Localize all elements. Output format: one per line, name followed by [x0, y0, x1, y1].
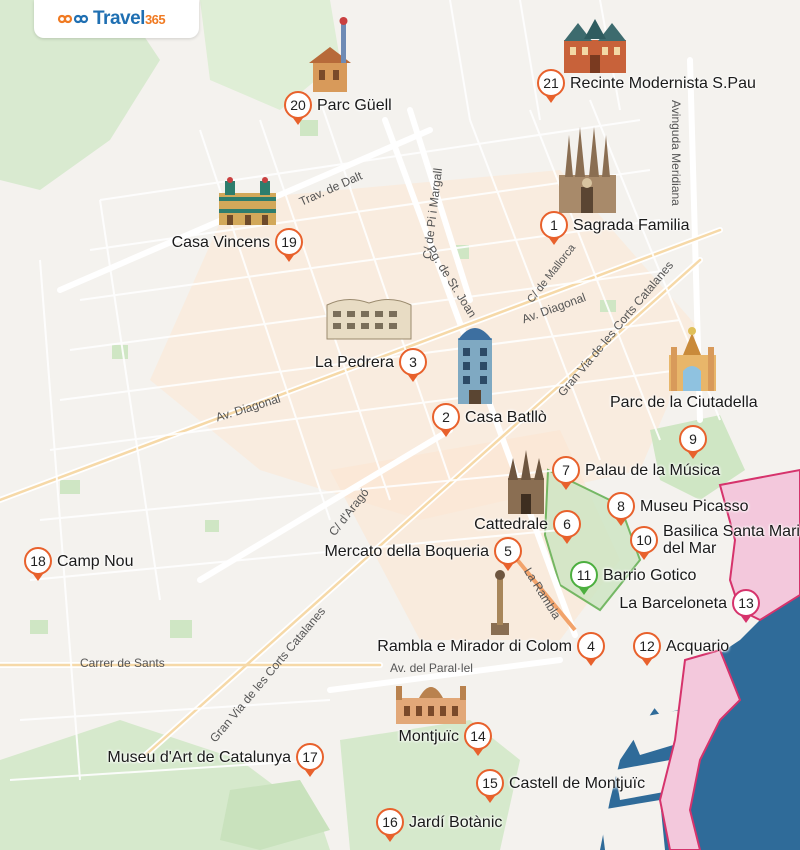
poi-rambla-colom[interactable]: 4 Rambla e Mirador di Colom [372, 632, 605, 666]
poi-label: Camp Nou [57, 552, 134, 570]
casa-vicens-illustration-icon [219, 177, 276, 225]
la-pedrera-illustration-icon [326, 299, 412, 340]
poi-marker[interactable]: 10 [630, 526, 658, 560]
poi-label: Casa Batllò [465, 408, 547, 426]
columbus-monument-illustration-icon [491, 570, 509, 635]
poi-marker[interactable]: 21 [537, 69, 565, 103]
poi-cattedrale[interactable]: 6 Cattedrale [469, 510, 581, 544]
poi-label: Cattedrale [474, 515, 548, 533]
poi-jardi-botanic[interactable]: 16 Jardí Botànic [376, 808, 507, 842]
poi-label: Montjuïc [398, 727, 459, 745]
street-label-sants: Carrer de Sants [80, 656, 165, 670]
poi-label: Acquario [666, 637, 730, 655]
poi-museu-art-catalunya[interactable]: 17 Museu d'Art de Catalunya [102, 743, 324, 777]
poi-ciutadella[interactable]: 9 [679, 425, 707, 459]
poi-marker[interactable]: 14 [464, 722, 492, 756]
poi-label: Basilica Santa Maria del Mar [663, 523, 800, 557]
poi-barceloneta[interactable]: 13 La Barceloneta [614, 589, 760, 623]
poi-label: Parc Güell [317, 96, 392, 114]
poi-label: Rambla e Mirador di Colom [377, 637, 572, 655]
poi-marker[interactable]: 5 [494, 537, 522, 571]
brand-number: 365 [144, 12, 166, 27]
poi-label: Casa Vincens [171, 233, 270, 251]
poi-barrio-gotico[interactable]: 11 Barrio Gotico [570, 561, 701, 595]
poi-marker[interactable]: 11 [570, 561, 598, 595]
brand-word: Travel [93, 8, 145, 29]
poi-casa-vincens[interactable]: 19 Casa Vincens [167, 228, 303, 262]
poi-marker[interactable]: 9 [679, 425, 707, 459]
poi-marker[interactable]: 4 [577, 632, 605, 666]
poi-marker[interactable]: 15 [476, 769, 504, 803]
travel365-logo[interactable]: Travel365 [34, 0, 199, 38]
poi-marker[interactable]: 7 [552, 456, 580, 490]
poi-marker[interactable]: 3 [399, 348, 427, 382]
poi-marker[interactable]: 16 [376, 808, 404, 842]
sant-pau-illustration-icon [564, 19, 626, 73]
poi-marker[interactable]: 6 [553, 510, 581, 544]
poi-marker[interactable]: 20 [284, 91, 312, 125]
poi-marker[interactable]: 13 [732, 589, 760, 623]
poi-label: Castell de Montjuïc [509, 774, 646, 792]
poi-marker[interactable]: 12 [633, 632, 661, 666]
ciutadella-illustration-icon [669, 327, 716, 391]
poi-montjuic[interactable]: 14 Montjuïc [394, 722, 492, 756]
infinity-logo-icon [57, 14, 89, 24]
mnac-illustration-icon [396, 686, 466, 724]
poi-marker[interactable]: 1 [540, 211, 568, 245]
street-label-meridiana: Avinguda Meridiana [669, 100, 683, 206]
poi-marker[interactable]: 8 [607, 492, 635, 526]
poi-palau-musica[interactable]: 7 Palau de la Música [552, 456, 725, 490]
poi-label: Jardí Botànic [409, 813, 503, 831]
poi-label: Museu Picasso [640, 497, 749, 515]
poi-label: Museu d'Art de Catalunya [107, 748, 291, 766]
poi-santa-maria-del-mar[interactable]: 10 Basilica Santa Maria del Mar [630, 523, 800, 560]
parc-guell-illustration-icon [309, 17, 351, 92]
poi-label: Mercato della Boqueria [324, 542, 489, 560]
poi-label: La Pedrera [314, 353, 394, 371]
poi-parc-guell[interactable]: 20 Parc Güell [284, 91, 397, 125]
poi-castell-montjuic[interactable]: 15 Castell de Montjuïc [476, 769, 650, 803]
poi-marker[interactable]: 2 [432, 403, 460, 437]
poi-label: Barrio Gotico [603, 566, 697, 584]
poi-sagrada-familia[interactable]: 1 Sagrada Familia [540, 211, 695, 245]
poi-label-ciutadella: Parc de la Ciutadella [610, 394, 758, 411]
sagrada-familia-illustration-icon [559, 127, 616, 213]
poi-camp-nou[interactable]: 18 Camp Nou [24, 547, 138, 581]
cathedral-illustration-icon [508, 450, 544, 514]
poi-marker[interactable]: 18 [24, 547, 52, 581]
poi-acquario[interactable]: 12 Acquario [633, 632, 734, 666]
city-map[interactable]: Travel365 Trav. de Dalt C/ de Pi i Marga… [0, 0, 800, 850]
brand-name: Travel365 [93, 8, 166, 30]
poi-marker[interactable]: 17 [296, 743, 324, 777]
poi-label: Sagrada Familia [573, 216, 690, 234]
poi-label: Palau de la Música [585, 461, 721, 479]
poi-sant-pau[interactable]: 21 Recinte Modernista S.Pau [537, 69, 761, 103]
poi-label: Recinte Modernista S.Pau [570, 74, 756, 92]
poi-marker[interactable]: 19 [275, 228, 303, 262]
poi-label: La Barceloneta [619, 594, 727, 612]
poi-la-pedrera[interactable]: 3 La Pedrera [310, 348, 427, 382]
poi-casa-batllo[interactable]: 2 Casa Batllò [432, 403, 552, 437]
casa-batllo-illustration-icon [458, 328, 492, 404]
poi-boqueria[interactable]: 5 Mercato della Boqueria [319, 537, 522, 571]
poi-museu-picasso[interactable]: 8 Museu Picasso [607, 492, 754, 526]
